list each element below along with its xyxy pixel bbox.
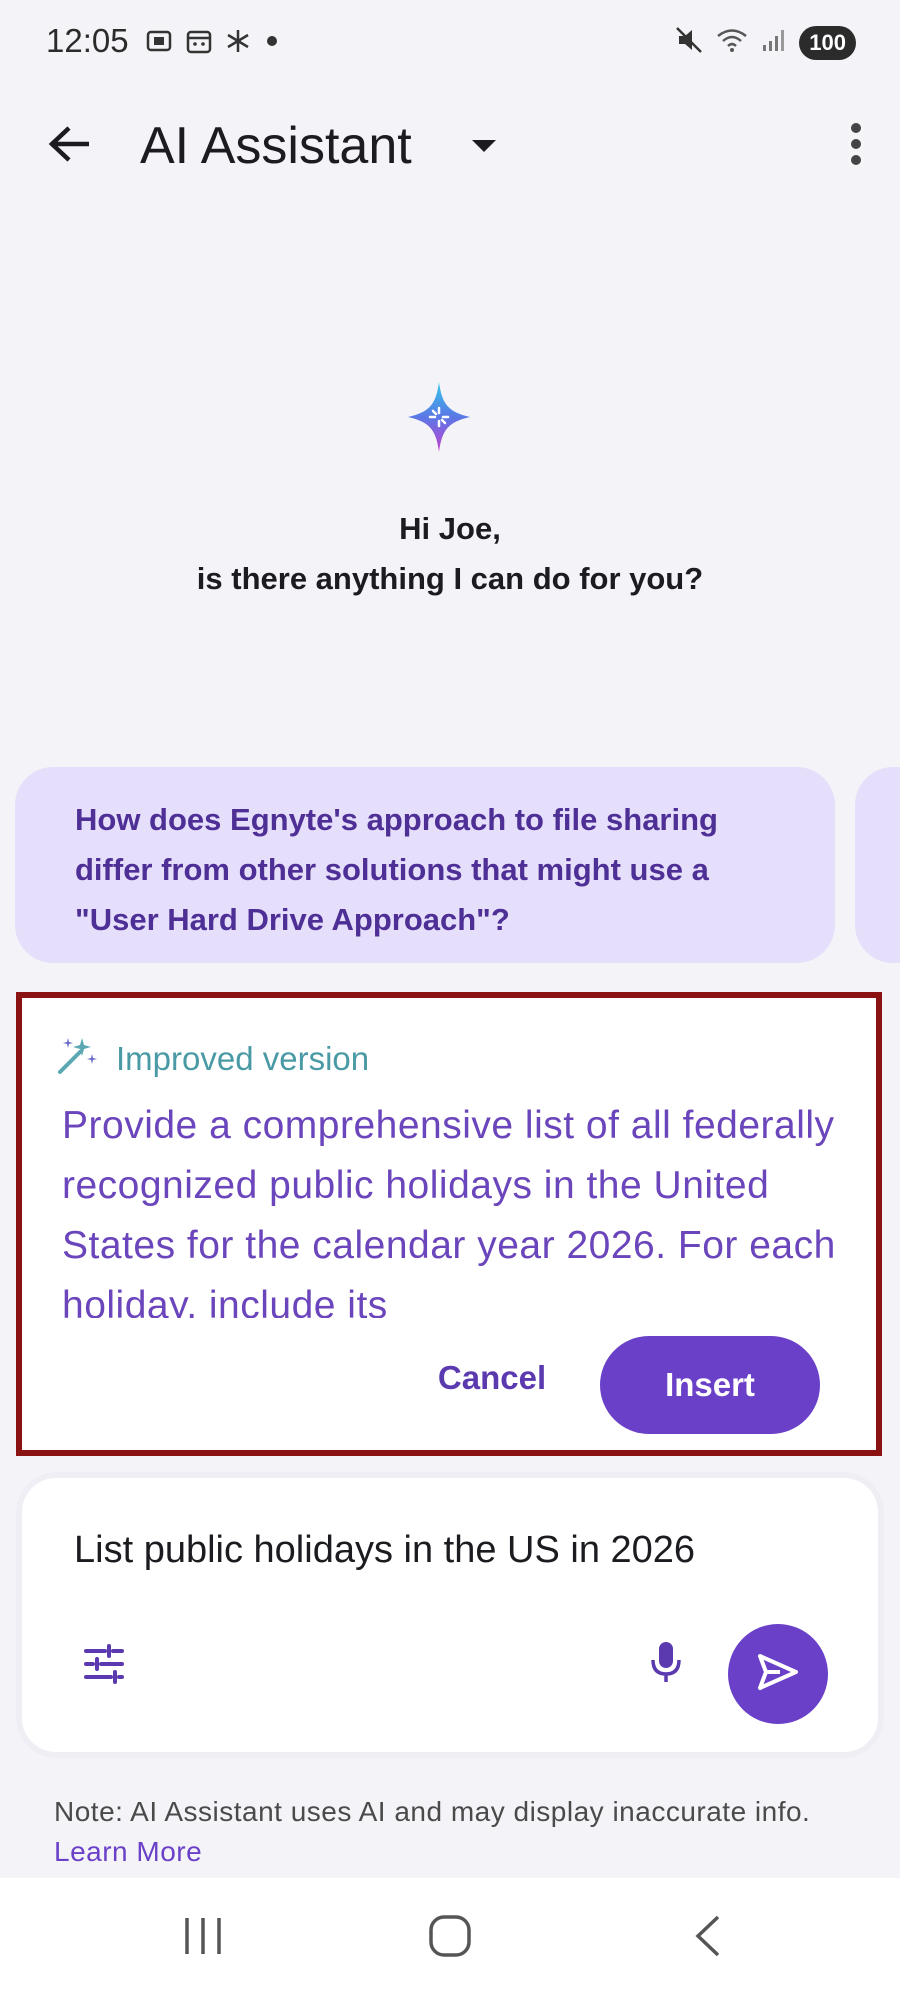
more-options-button[interactable] bbox=[836, 116, 876, 176]
learn-more-link[interactable]: Learn More bbox=[54, 1836, 202, 1867]
recents-button[interactable] bbox=[172, 1910, 234, 1966]
dot-icon bbox=[262, 31, 282, 56]
back-button[interactable] bbox=[40, 118, 100, 174]
wifi-icon bbox=[715, 25, 749, 60]
improved-version-header: Improved version bbox=[56, 1036, 369, 1081]
tune-icon bbox=[83, 1643, 125, 1689]
status-time: 12:05 bbox=[46, 22, 129, 59]
title-dropdown-button[interactable] bbox=[466, 130, 502, 166]
greeting: Hi Joe, is there anything I can do for y… bbox=[0, 504, 900, 604]
ai-sparkle-icon bbox=[408, 382, 470, 452]
improved-text-scroll[interactable]: Provide a comprehensive list of all fede… bbox=[62, 1096, 842, 1318]
disclaimer-note: Note: AI Assistant uses AI and may displ… bbox=[54, 1792, 854, 1872]
composer-inner bbox=[28, 1480, 872, 1750]
status-system-icons: 100 bbox=[673, 24, 856, 61]
signal-icon bbox=[759, 25, 789, 60]
greeting-line-1: Hi Joe, bbox=[399, 511, 501, 546]
suggestion-card-next[interactable] bbox=[855, 767, 900, 963]
more-vertical-icon bbox=[849, 122, 863, 171]
suggestion-text: How does Egnyte's approach to file shari… bbox=[75, 802, 718, 937]
battery-indicator: 100 bbox=[799, 25, 856, 60]
suggestion-card[interactable]: How does Egnyte's approach to file shari… bbox=[15, 767, 835, 963]
app-bar: AI Assistant bbox=[0, 96, 900, 196]
disclaimer-text: Note: AI Assistant uses AI and may displ… bbox=[54, 1796, 811, 1827]
recents-icon bbox=[181, 1916, 225, 1961]
send-icon bbox=[756, 1652, 800, 1697]
system-nav-bar bbox=[0, 1878, 900, 1999]
back-arrow-icon bbox=[47, 124, 93, 169]
improved-text: Provide a comprehensive list of all fede… bbox=[62, 1104, 836, 1318]
home-button[interactable] bbox=[422, 1910, 478, 1966]
send-button[interactable] bbox=[728, 1624, 828, 1724]
mute-icon bbox=[673, 24, 705, 61]
status-notification-icons bbox=[144, 26, 282, 61]
composer bbox=[16, 1472, 884, 1758]
nav-back-button[interactable] bbox=[680, 1910, 736, 1966]
magic-wand-icon bbox=[56, 1036, 98, 1081]
prompt-settings-button[interactable] bbox=[76, 1638, 132, 1694]
insert-button[interactable]: Insert bbox=[600, 1336, 820, 1434]
microphone-icon bbox=[649, 1640, 683, 1689]
dropdown-icon bbox=[470, 138, 498, 159]
improved-version-label: Improved version bbox=[116, 1039, 370, 1077]
cancel-button[interactable]: Cancel bbox=[402, 1338, 582, 1418]
microphone-button[interactable] bbox=[634, 1632, 698, 1696]
page-title[interactable]: AI Assistant bbox=[140, 118, 412, 174]
status-bar: 12:05 100 bbox=[0, 0, 900, 84]
asterisk-icon bbox=[224, 27, 252, 60]
improved-version-panel: Improved version Provide a comprehensive… bbox=[16, 992, 882, 1456]
message-input[interactable] bbox=[74, 1520, 834, 1580]
home-icon bbox=[428, 1914, 472, 1963]
calendar-icon bbox=[184, 26, 214, 61]
screenshot-icon bbox=[144, 26, 174, 61]
chevron-left-icon bbox=[692, 1914, 724, 1963]
greeting-line-2: is there anything I can do for you? bbox=[196, 561, 704, 596]
